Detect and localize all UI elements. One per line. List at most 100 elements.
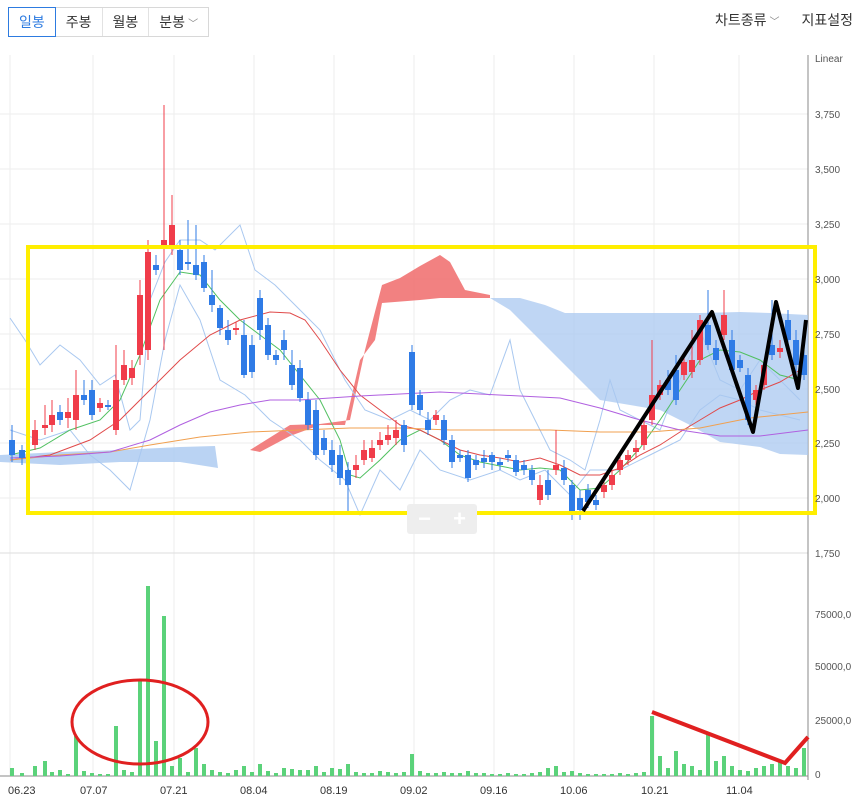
- candle-body: [337, 455, 343, 478]
- volume-bar: [698, 770, 702, 776]
- candle-body: [721, 315, 727, 335]
- date-tick: 08.04: [240, 785, 268, 797]
- date-tick: 07.21: [160, 785, 188, 797]
- volume-bar: [178, 758, 182, 776]
- candle-body: [153, 265, 159, 270]
- candle-body: [249, 345, 255, 372]
- candle-body: [601, 485, 607, 492]
- volume-bar: [730, 766, 734, 776]
- candle-body: [209, 295, 215, 305]
- volume-bar: [170, 766, 174, 776]
- candle-body: [177, 250, 183, 270]
- candle-body: [673, 370, 679, 400]
- volume-bar: [594, 774, 598, 776]
- volume-bar: [762, 766, 766, 776]
- candle-body: [553, 465, 559, 470]
- candle-body: [449, 440, 455, 462]
- candle-body: [577, 498, 583, 510]
- volume-bar: [538, 772, 542, 776]
- volume-bar: [554, 766, 558, 776]
- candle-body: [193, 265, 199, 275]
- volume-bar: [226, 773, 230, 776]
- volume-tick: 75000,0: [815, 610, 852, 621]
- candle-body: [433, 415, 439, 420]
- candle-body: [169, 225, 175, 245]
- candle-body: [289, 365, 295, 385]
- candle-body: [73, 395, 79, 420]
- candle-body: [425, 420, 431, 430]
- candle-body: [689, 360, 695, 372]
- volume-bar: [242, 766, 246, 776]
- volume-bar: [33, 766, 37, 776]
- candle-body: [185, 262, 191, 264]
- volume-bar: [626, 774, 630, 776]
- volume-axis: 75000,0 50000,0 25000,0 0: [815, 610, 852, 781]
- candle-body: [329, 450, 335, 465]
- volume-bar: [186, 772, 190, 776]
- volume-bar: [602, 774, 606, 776]
- date-tick: 09.16: [480, 785, 508, 797]
- candle-body: [201, 262, 207, 288]
- candle-body: [345, 470, 351, 485]
- candle-body: [297, 368, 303, 398]
- volume-bar: [674, 751, 678, 776]
- plus-icon[interactable]: +: [442, 504, 477, 534]
- volume-bar: [426, 773, 430, 776]
- candle-body: [457, 455, 463, 458]
- candle-body: [225, 330, 231, 340]
- volume-bar: [442, 772, 446, 776]
- volume-bar: [466, 771, 470, 776]
- volume-bar: [282, 768, 286, 776]
- volume-bar: [770, 764, 774, 776]
- price-tick: 3,000: [815, 275, 840, 286]
- price-tick: 2,250: [815, 439, 840, 450]
- candle-body: [441, 420, 447, 440]
- candle-body: [369, 448, 375, 458]
- volume-bar: [106, 774, 110, 776]
- chart-canvas[interactable]: Linear 3,750 3,500 3,250 3,000 2,750 2,5…: [0, 0, 853, 803]
- price-tick: 3,750: [815, 110, 840, 121]
- candle-body: [217, 308, 223, 328]
- date-tick: 09.02: [400, 785, 428, 797]
- candle-body: [521, 465, 527, 470]
- candle-body: [321, 438, 327, 450]
- candle-body: [633, 448, 639, 452]
- volume-bar: [794, 768, 798, 776]
- volume-bar: [306, 770, 310, 776]
- candle-body: [393, 430, 399, 438]
- volume-bar: [266, 771, 270, 776]
- volume-bar: [20, 773, 24, 776]
- date-tick: 08.19: [320, 785, 348, 797]
- volume-bar: [354, 772, 358, 776]
- volume-bar: [586, 774, 590, 776]
- candle-body: [713, 348, 719, 360]
- volume-bar: [98, 774, 102, 776]
- candle-body: [233, 328, 239, 330]
- volume-bar: [610, 774, 614, 776]
- date-tick: 10.06: [560, 785, 588, 797]
- volume-bar: [82, 771, 86, 776]
- candle-body: [385, 435, 391, 440]
- candle-body: [257, 298, 263, 330]
- candle-body: [681, 362, 687, 375]
- volume-bar: [258, 764, 262, 776]
- volume-bar: [274, 773, 278, 776]
- volume-tick: 25000,0: [815, 716, 852, 727]
- volume-bar: [43, 761, 47, 776]
- candle-body: [32, 430, 38, 445]
- price-tick: 1,750: [815, 549, 840, 560]
- candle-body: [57, 412, 63, 420]
- volume-bar: [130, 772, 134, 776]
- volume-bar: [218, 772, 222, 776]
- candle-body: [505, 455, 511, 458]
- volume-bar: [138, 681, 142, 776]
- candle-body: [537, 485, 543, 500]
- candle-body: [401, 425, 407, 445]
- minus-icon[interactable]: −: [407, 504, 442, 534]
- volume-bar: [10, 768, 14, 776]
- candle-body: [241, 335, 247, 375]
- volume-bar: [314, 766, 318, 776]
- volume-bar: [746, 771, 750, 776]
- volume-bar: [250, 772, 254, 776]
- candle-body: [281, 340, 287, 350]
